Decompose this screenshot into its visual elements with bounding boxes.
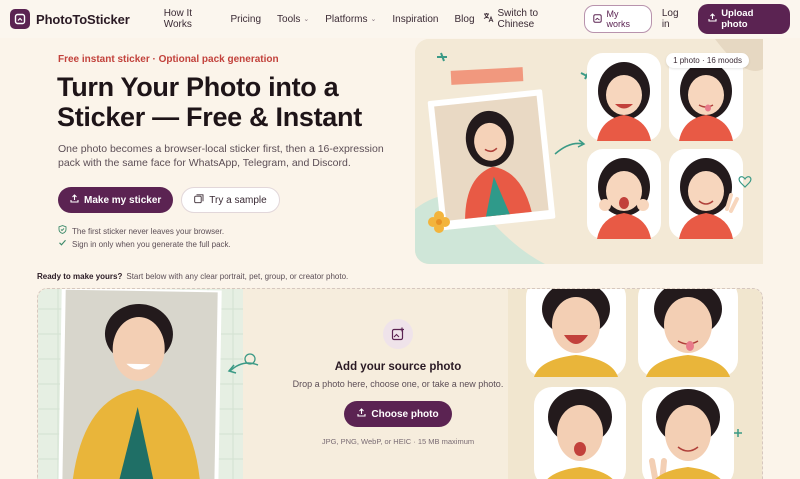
nav-link-label: Platforms (325, 13, 368, 25)
hero-assurances: The first sticker never leaves your brow… (58, 225, 231, 251)
upload-icon (70, 194, 79, 206)
language-switch-label: Switch to Chinese (497, 8, 539, 30)
my-works-button[interactable]: My works (584, 5, 652, 33)
assurance-item: Sign in only when you generate the full … (58, 238, 231, 251)
assurance-text: Sign in only when you generate the full … (72, 240, 231, 249)
nav-link-label: Inspiration (392, 13, 439, 25)
moods-badge: 1 photo · 16 moods (666, 53, 749, 68)
chevron-down-icon: ⌄ (370, 16, 377, 23)
brand-name: PhotoToSticker (36, 11, 130, 27)
nav-link-blog[interactable]: Blog (447, 8, 483, 30)
photo-dropzone[interactable]: Add your source photo Drop a photo here,… (37, 288, 763, 479)
image-upload-icon (383, 319, 413, 349)
shield-check-icon (58, 225, 67, 238)
nav-link-label: Tools (277, 13, 301, 25)
login-link[interactable]: Log in (662, 8, 688, 30)
hero-eyebrow: Free instant sticker · Optional pack gen… (58, 54, 279, 65)
nav-link-how-it-works[interactable]: How It Works (156, 8, 223, 30)
try-sample-label: Try a sample (209, 194, 267, 206)
sticker-collage-illustration (415, 39, 763, 264)
logo-icon (10, 9, 30, 29)
upload-photo-label: Upload photo (721, 8, 754, 30)
try-sample-button[interactable]: Try a sample (181, 187, 280, 213)
ready-text: Start below with any clear portrait, pet… (126, 272, 349, 281)
nav-link-label: Pricing (230, 13, 262, 25)
ready-heading: Ready to make yours? (37, 272, 123, 281)
choose-photo-button[interactable]: Choose photo (344, 401, 452, 427)
upload-icon (708, 13, 717, 25)
nav-link-pricing[interactable]: Pricing (222, 8, 269, 30)
hero-title: Turn Your Photo into a Sticker — Free & … (57, 72, 362, 132)
nav-link-platforms[interactable]: Platforms ⌄ (317, 8, 384, 30)
choose-photo-label: Choose photo (371, 408, 439, 420)
nav-link-tools[interactable]: Tools ⌄ (269, 8, 317, 30)
nav-link-inspiration[interactable]: Inspiration (384, 8, 446, 30)
assurance-item: The first sticker never leaves your brow… (58, 225, 231, 238)
upload-photo-button[interactable]: Upload photo (698, 4, 790, 34)
ready-prompt: Ready to make yours? Start below with any… (37, 272, 348, 281)
check-icon (58, 238, 67, 251)
hero-illustration: 1 photo · 16 moods (415, 39, 763, 264)
make-my-sticker-button[interactable]: Make my sticker (58, 187, 174, 213)
upload-icon (357, 408, 366, 420)
nav-link-label: How It Works (163, 8, 193, 30)
accepted-formats: JPG, PNG, WebP, or HEIC · 15 MB maximum (321, 437, 475, 446)
assurance-text: The first sticker never leaves your brow… (72, 227, 225, 236)
brand-logo[interactable]: PhotoToSticker (10, 9, 130, 29)
my-works-label: My works (606, 9, 630, 29)
make-my-sticker-label: Make my sticker (84, 194, 162, 206)
nav-link-label: Blog (454, 13, 475, 25)
top-nav: PhotoToSticker How It Works Pricing Tools ⌄… (0, 0, 800, 38)
translate-icon (483, 12, 494, 26)
images-icon (194, 193, 204, 207)
hero-subtitle: One photo becomes a browser-local sticke… (58, 143, 384, 169)
dropzone-title: Add your source photo (334, 361, 462, 373)
sparkle-icon (593, 13, 603, 25)
chevron-down-icon: ⌄ (303, 16, 310, 23)
nav-links: How It Works Pricing Tools ⌄ Platforms ⌄ Inspi… (156, 8, 483, 30)
language-switch[interactable]: Switch to Chinese (483, 8, 575, 30)
dropzone-subtitle: Drop a photo here, choose one, or take a… (292, 379, 504, 389)
